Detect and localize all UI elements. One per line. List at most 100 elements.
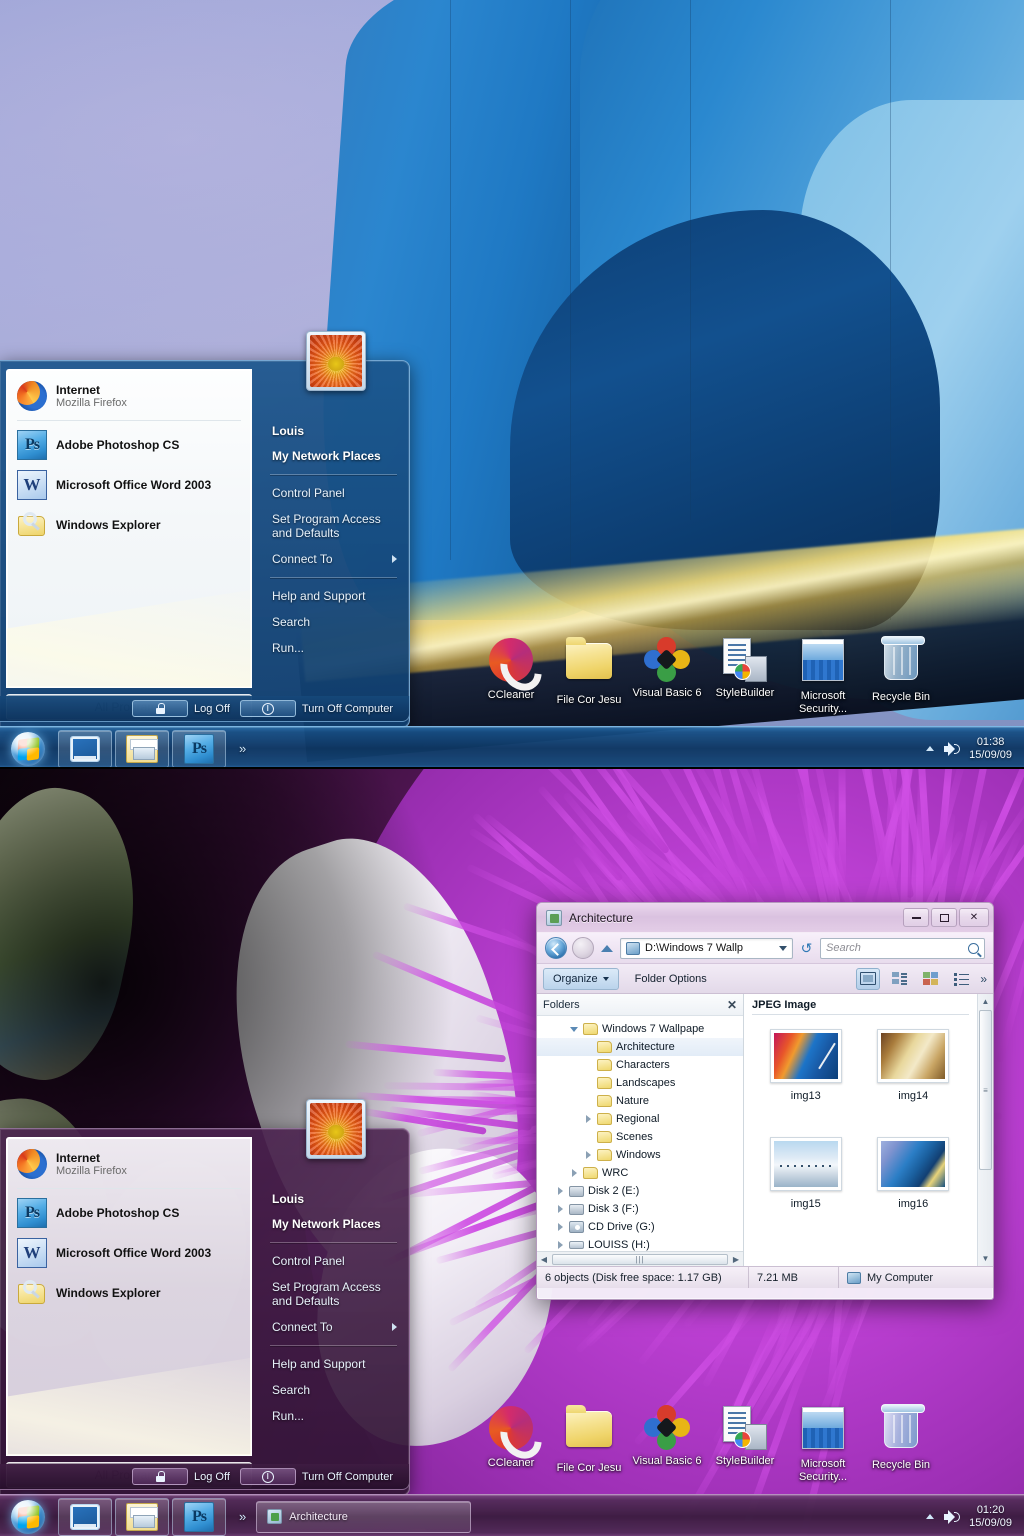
task-button-architecture[interactable]: Architecture: [256, 1501, 471, 1533]
desktop-icon-file-cor-jesu[interactable]: File Cor Jesu: [550, 1404, 628, 1484]
start-item-search[interactable]: Search: [258, 1377, 409, 1403]
start-user-name[interactable]: Louis: [258, 1187, 409, 1211]
scroll-up-arrow[interactable]: ▲: [978, 994, 993, 1009]
turn-off-button[interactable]: [240, 700, 296, 717]
start-button[interactable]: [3, 730, 53, 768]
minimize-button[interactable]: [903, 908, 929, 927]
start-item-windows-explorer[interactable]: Windows Explorer: [11, 1273, 247, 1313]
tree-item[interactable]: Disk 3 (F:): [537, 1200, 743, 1218]
tree-item[interactable]: Nature: [537, 1092, 743, 1110]
tree-item[interactable]: CD Drive (G:): [537, 1218, 743, 1236]
volume-icon[interactable]: [944, 1510, 959, 1524]
start-item-connect-to[interactable]: Connect To: [258, 1314, 409, 1340]
expand-arrow-icon[interactable]: [583, 1114, 593, 1124]
preview-pane-button[interactable]: [856, 968, 880, 990]
desktop-icon-stylebuilder[interactable]: StyleBuilder: [706, 636, 784, 716]
turn-off-label[interactable]: Turn Off Computer: [302, 703, 393, 715]
user-picture[interactable]: [306, 1099, 366, 1159]
start-menu[interactable]: Internet Mozilla Firefox Ps Adobe Photos…: [0, 1128, 410, 1496]
icons-view-button[interactable]: [918, 968, 942, 990]
start-button[interactable]: [3, 1498, 53, 1536]
start-item-photoshop[interactable]: Ps Adobe Photoshop CS: [11, 425, 247, 465]
scroll-right-arrow[interactable]: ▶: [729, 1255, 743, 1264]
tree-item[interactable]: Scenes: [537, 1128, 743, 1146]
turn-off-label[interactable]: Turn Off Computer: [302, 1471, 393, 1483]
start-item-internet[interactable]: Internet Mozilla Firefox: [11, 1144, 247, 1184]
tree-item[interactable]: Landscapes: [537, 1074, 743, 1092]
tiles-view-button[interactable]: [887, 968, 911, 990]
quick-launch-show-desktop[interactable]: [58, 1498, 112, 1536]
start-item-control-panel[interactable]: Control Panel: [258, 1248, 409, 1274]
volume-icon[interactable]: [944, 742, 959, 756]
turn-off-button[interactable]: [240, 1468, 296, 1485]
toolbar-overflow-button[interactable]: »: [980, 972, 987, 986]
quick-launch-overflow-button[interactable]: »: [239, 1509, 246, 1524]
start-item-internet[interactable]: Internet Mozilla Firefox: [11, 376, 247, 416]
refresh-icon[interactable]: ↺: [798, 940, 815, 957]
show-hidden-icons-button[interactable]: [926, 1514, 934, 1519]
scroll-down-arrow[interactable]: ▼: [978, 1251, 993, 1266]
file-item[interactable]: img16: [860, 1129, 968, 1237]
quick-launch-overflow-button[interactable]: »: [239, 741, 246, 756]
back-button[interactable]: [545, 937, 567, 959]
desktop-icon-microsoft-security[interactable]: Microsoft Security...: [784, 1404, 862, 1484]
address-breadcrumb[interactable]: D:\Windows 7 Wallp: [620, 938, 793, 959]
expand-arrow-icon[interactable]: [569, 1168, 579, 1178]
taskbar-clock[interactable]: 01:38 15/09/09: [969, 736, 1012, 762]
tree-item[interactable]: Windows: [537, 1146, 743, 1164]
expand-arrow-icon[interactable]: [555, 1222, 565, 1232]
start-item-connect-to[interactable]: Connect To: [258, 546, 409, 572]
start-item-windows-explorer[interactable]: Windows Explorer: [11, 505, 247, 545]
quick-launch-windows-explorer[interactable]: [115, 730, 169, 768]
folder-options-button[interactable]: Folder Options: [625, 968, 717, 990]
desktop-icon-file-cor-jesu[interactable]: File Cor Jesu: [550, 636, 628, 716]
explorer-window[interactable]: Architecture ✕ D:\Windows 7 Wallp ↺ Sear…: [536, 902, 994, 1300]
start-item-help-and-support[interactable]: Help and Support: [258, 1351, 409, 1377]
scroll-left-arrow[interactable]: ◀: [537, 1255, 551, 1264]
organize-button[interactable]: Organize: [543, 968, 619, 990]
start-item-photoshop[interactable]: Ps Adobe Photoshop CS: [11, 1193, 247, 1233]
file-item[interactable]: img14: [860, 1021, 968, 1129]
start-item-control-panel[interactable]: Control Panel: [258, 480, 409, 506]
start-menu[interactable]: Internet Mozilla Firefox Ps Adobe Photos…: [0, 360, 410, 728]
desktop-icon-recycle-bin[interactable]: Recycle Bin: [862, 1404, 940, 1484]
desktop-icon-ccleaner[interactable]: CCleaner: [472, 1404, 550, 1484]
chevron-down-icon[interactable]: [779, 946, 787, 951]
log-off-label[interactable]: Log Off: [194, 1471, 230, 1483]
tree-item[interactable]: Architecture: [537, 1038, 743, 1056]
quick-launch-photoshop[interactable]: Ps: [172, 730, 226, 768]
expand-arrow-icon[interactable]: [555, 1186, 565, 1196]
expand-arrow-icon[interactable]: [583, 1150, 593, 1160]
quick-launch-show-desktop[interactable]: [58, 730, 112, 768]
search-input[interactable]: Search: [820, 938, 985, 959]
desktop-icon-microsoft-security[interactable]: Microsoft Security...: [784, 636, 862, 716]
desktop-icon-stylebuilder[interactable]: StyleBuilder: [706, 1404, 784, 1484]
quick-launch-photoshop[interactable]: Ps: [172, 1498, 226, 1536]
file-item[interactable]: img15: [752, 1129, 860, 1237]
scrollbar-track[interactable]: ≡: [978, 1009, 993, 1251]
scrollbar-thumb[interactable]: ≡: [979, 1010, 992, 1170]
start-item-search[interactable]: Search: [258, 609, 409, 635]
desktop-icon-visual-basic-6[interactable]: Visual Basic 6: [628, 1404, 706, 1484]
forward-button[interactable]: [572, 937, 594, 959]
maximize-button[interactable]: [931, 908, 957, 927]
up-chevron-icon[interactable]: [601, 945, 613, 952]
quick-launch-windows-explorer[interactable]: [115, 1498, 169, 1536]
expand-arrow-icon[interactable]: [555, 1204, 565, 1214]
taskbar-clock[interactable]: 01:20 15/09/09: [969, 1504, 1012, 1530]
log-off-button[interactable]: [132, 700, 188, 717]
start-item-run[interactable]: Run...: [258, 635, 409, 661]
files-vertical-scrollbar[interactable]: ▲ ≡ ▼: [977, 994, 993, 1266]
tree-item[interactable]: WRC: [537, 1164, 743, 1182]
log-off-button[interactable]: [132, 1468, 188, 1485]
log-off-label[interactable]: Log Off: [194, 703, 230, 715]
file-item[interactable]: img13: [752, 1021, 860, 1129]
list-view-button[interactable]: [949, 968, 973, 990]
user-picture[interactable]: [306, 331, 366, 391]
folders-horizontal-scrollbar[interactable]: ◀ ||| ▶: [537, 1251, 743, 1266]
tree-item[interactable]: Characters: [537, 1056, 743, 1074]
start-item-set-program-access[interactable]: Set Program Access and Defaults: [258, 506, 409, 546]
start-user-name[interactable]: Louis: [258, 419, 409, 443]
start-item-my-network-places[interactable]: My Network Places: [258, 443, 409, 469]
show-hidden-icons-button[interactable]: [926, 746, 934, 751]
